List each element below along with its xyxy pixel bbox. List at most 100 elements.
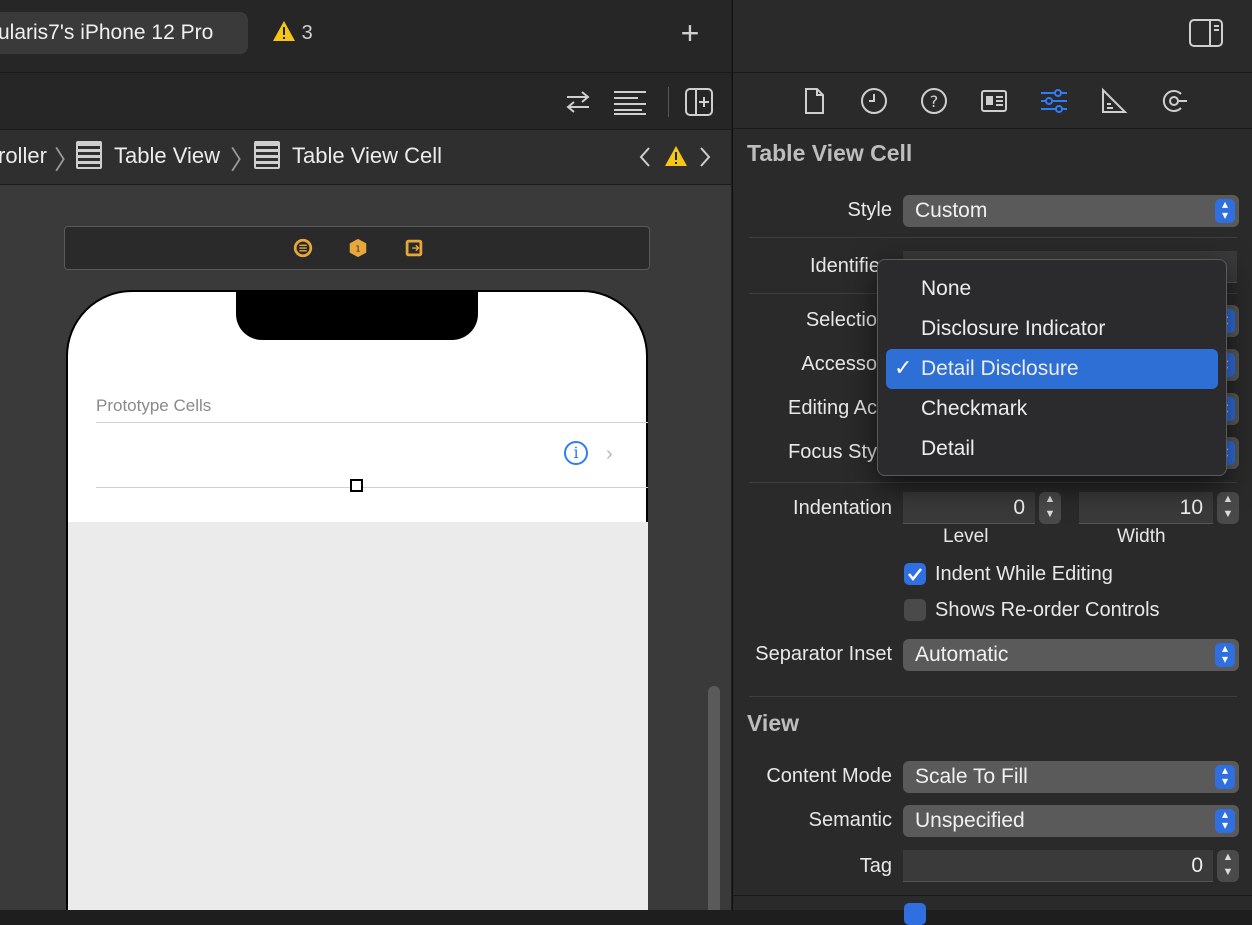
view-controller-icon[interactable] — [292, 237, 314, 259]
accessory-dropdown-menu: None Disclosure Indicator ✓ Detail Discl… — [877, 259, 1227, 476]
table-view-cell-icon — [254, 141, 280, 169]
separator-inset-label: Separator Inset — [755, 643, 892, 665]
semantic-popup[interactable]: Unspecified ▴ ▾ — [903, 805, 1239, 837]
info-icon: i — [564, 441, 588, 465]
tag-value: 0 — [1191, 854, 1203, 877]
attributes-inspector-icon[interactable] — [1039, 86, 1069, 116]
swap-arrows-icon[interactable] — [564, 89, 592, 115]
separator-inset-value: Automatic — [915, 643, 1009, 666]
breadcrumb-item-table-view[interactable]: Table View — [114, 143, 220, 169]
first-responder-icon[interactable]: 1 — [347, 237, 369, 259]
tag-stepper[interactable]: ▲ ▼ — [1217, 850, 1239, 882]
menu-item-label: Detail Disclosure — [921, 357, 1079, 380]
menu-item-label: None — [921, 277, 972, 300]
breadcrumb-separator-icon: 〉 — [230, 145, 257, 175]
warnings-badge[interactable]: 3 — [272, 20, 313, 45]
shows-reorder-checkbox[interactable] — [904, 599, 926, 621]
indentation-label: Indentation — [793, 497, 892, 519]
cell-separator — [96, 487, 648, 488]
editor-area: ularis7's iPhone 12 Pro 3 + roller 〉 Tab… — [0, 0, 731, 910]
disclosure-chevron-icon: › — [606, 443, 613, 465]
exit-icon[interactable] — [403, 237, 425, 259]
history-inspector-icon[interactable] — [859, 86, 889, 116]
indent-width-stepper[interactable]: ▲ ▼ — [1217, 492, 1239, 524]
indent-width-value: 10 — [1179, 496, 1203, 519]
content-mode-popup[interactable]: Scale To Fill ▴ ▾ — [903, 761, 1239, 793]
table-view-icon — [76, 141, 102, 169]
style-popup[interactable]: Custom ▴ ▾ — [903, 195, 1239, 227]
tag-label: Tag — [859, 855, 892, 877]
popup-arrows-icon: ▴▾ — [1215, 642, 1235, 667]
run-destination-tab[interactable]: ularis7's iPhone 12 Pro — [0, 12, 248, 54]
identity-inspector-icon[interactable] — [979, 86, 1009, 116]
add-editor-icon[interactable] — [684, 87, 714, 117]
toggle-inspector-icon[interactable] — [1188, 18, 1224, 48]
table-view-cell[interactable] — [68, 423, 648, 487]
menu-item-label: Disclosure Indicator — [921, 317, 1106, 340]
toolbar-divider — [668, 87, 669, 117]
content-mode-value: Scale To Fill — [915, 765, 1028, 788]
svg-text:?: ? — [930, 92, 939, 111]
checkmark-icon — [908, 568, 922, 582]
popup-arrows-icon: ▴▾ — [1215, 764, 1235, 789]
run-destination-label: ularis7's iPhone 12 Pro — [0, 21, 214, 44]
menu-item-checkmark[interactable]: Checkmark — [886, 389, 1218, 429]
indent-width-field[interactable]: 10 — [1079, 492, 1213, 524]
inspector-divider — [733, 128, 1252, 129]
section-divider — [749, 696, 1237, 697]
indent-level-field[interactable]: 0 — [903, 492, 1035, 524]
menu-item-none[interactable]: None — [886, 269, 1218, 309]
breadcrumb-item-table-view-cell[interactable]: Table View Cell — [292, 143, 442, 169]
selection-label: Selectio — [805, 309, 877, 331]
checkmark-icon: ✓ — [894, 355, 913, 380]
iphone-notch — [236, 290, 478, 340]
tag-field[interactable]: 0 — [903, 850, 1213, 882]
prototype-cells-header: Prototype Cells — [96, 396, 212, 415]
popup-arrows-icon: ▴▾ — [1215, 198, 1235, 223]
separator-inset-popup[interactable]: Automatic ▴ ▾ — [903, 639, 1239, 671]
style-value: Custom — [915, 199, 988, 222]
editing-accessory-label: Editing Ac — [788, 397, 877, 419]
focus-style-label: Focus Sty — [788, 441, 877, 463]
connections-inspector-icon[interactable] — [1159, 86, 1189, 116]
size-inspector-icon[interactable] — [1099, 86, 1129, 116]
style-label: Style — [847, 199, 892, 221]
warning-icon — [273, 21, 295, 41]
popup-arrows-icon: ▴▾ — [1215, 808, 1235, 833]
semantic-value: Unspecified — [915, 809, 1025, 832]
indent-level-value: 0 — [1013, 496, 1025, 519]
row-divider — [749, 482, 1237, 483]
content-mode-label: Content Mode — [766, 765, 892, 787]
accessory-label: Accesso — [801, 353, 877, 375]
warning-count: 3 — [301, 22, 313, 44]
indent-while-editing-label: Indent While Editing — [935, 563, 1113, 585]
table-view-cell-section-title: Table View Cell — [747, 140, 913, 166]
breadcrumb-item-controller[interactable]: roller — [0, 143, 47, 169]
warning-icon[interactable] — [664, 145, 688, 167]
chevron-right-icon[interactable] — [698, 146, 712, 168]
chevron-left-icon[interactable] — [638, 146, 652, 168]
cell-resize-handle[interactable] — [350, 479, 363, 492]
shows-reorder-label: Shows Re-order Controls — [935, 599, 1160, 621]
add-tab-button[interactable]: + — [672, 14, 708, 54]
indent-while-editing-checkbox[interactable] — [904, 563, 926, 585]
file-inspector-icon[interactable] — [799, 86, 829, 116]
menu-item-label: Checkmark — [921, 397, 1028, 420]
breadcrumb: roller 〉 Table View 〉 Table View Cell — [0, 130, 731, 185]
indent-level-stepper[interactable]: ▲ ▼ — [1039, 492, 1061, 524]
menu-item-disclosure-indicator[interactable]: Disclosure Indicator — [886, 309, 1218, 349]
view-section-title: View — [747, 710, 799, 736]
partial-checkbox[interactable] — [904, 903, 926, 925]
level-caption: Level — [943, 526, 989, 547]
identifier-label: Identifie — [809, 255, 880, 277]
semantic-label: Semantic — [808, 809, 892, 831]
menu-item-detail-disclosure[interactable]: ✓ Detail Disclosure — [886, 349, 1218, 389]
menu-item-label: Detail — [921, 437, 975, 460]
editor-options-icon[interactable] — [612, 89, 648, 115]
inspector-divider — [733, 72, 1252, 73]
help-inspector-icon[interactable]: ? — [919, 86, 949, 116]
table-view-background — [68, 522, 648, 910]
width-caption: Width — [1117, 526, 1166, 547]
canvas-scrollbar[interactable] — [708, 686, 720, 910]
menu-item-detail[interactable]: Detail — [886, 429, 1218, 469]
